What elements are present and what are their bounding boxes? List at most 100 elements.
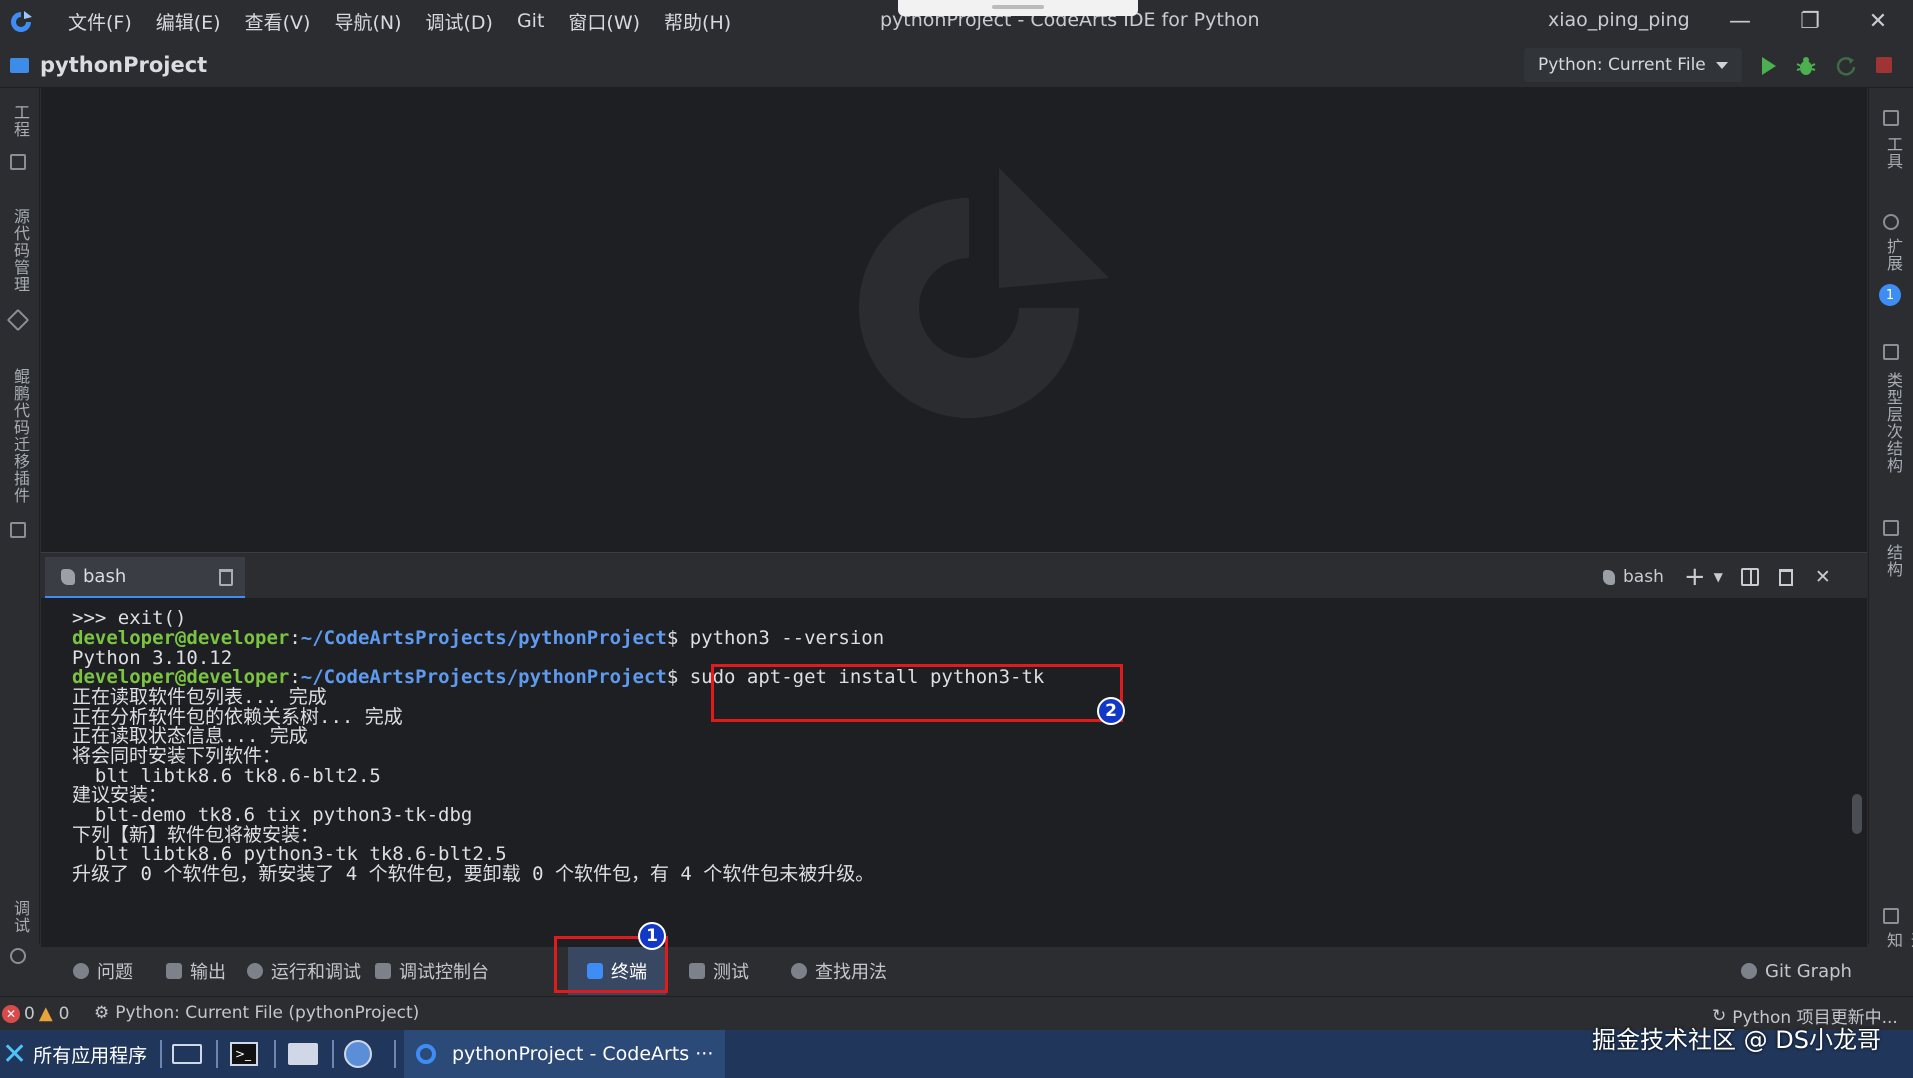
project-name[interactable]: pythonProject	[40, 53, 207, 77]
browser-icon[interactable]	[344, 1030, 372, 1078]
right-activity-bar: 工具 扩展 1 类型层次结构 结构 通知	[1868, 88, 1913, 949]
rail-extensions[interactable]: 扩展	[1881, 238, 1905, 272]
type-hierarchy-icon[interactable]	[1883, 344, 1899, 360]
rail-structure[interactable]: 结构	[1881, 544, 1905, 578]
rail-kunpeng-migration[interactable]: 鲲鹏代码迁移插件	[8, 368, 32, 504]
menu-view[interactable]: 查看(V)	[233, 8, 323, 35]
close-panel-icon[interactable]: ✕	[1815, 566, 1831, 588]
debug-panel-icon[interactable]	[10, 948, 26, 964]
test-icon	[689, 963, 705, 979]
menu-window[interactable]: 窗口(W)	[556, 8, 652, 35]
migration-icon[interactable]	[10, 522, 26, 538]
extensions-icon[interactable]	[1883, 214, 1899, 230]
menu-help[interactable]: 帮助(H)	[652, 8, 743, 35]
keyboard-icon[interactable]	[172, 1030, 202, 1078]
tab-find-usages[interactable]: 查找用法	[779, 947, 899, 995]
warning-icon: ▲	[38, 1003, 53, 1024]
notification-icon[interactable]	[1883, 908, 1899, 924]
restore-icon[interactable]: ❐	[1792, 6, 1828, 36]
terminal-tab-bash[interactable]: bash	[45, 557, 245, 599]
menu-git[interactable]: Git	[505, 10, 556, 32]
terminal-profile-label[interactable]: bash	[1623, 567, 1664, 587]
taskbar-separator	[216, 1040, 218, 1068]
error-icon: ✕	[2, 1004, 20, 1023]
plus-icon[interactable]: +	[1684, 562, 1706, 592]
tab-debug-console[interactable]: 调试控制台	[363, 947, 501, 995]
taskbar-separator	[394, 1040, 396, 1068]
problems-status[interactable]: ✕ 0 ▲ 0	[2, 1003, 70, 1024]
tab-run-debug-label: 运行和调试	[271, 962, 361, 983]
prompt-command: $ python3 --version	[666, 627, 885, 649]
rail-source-control[interactable]: 源代码管理	[8, 208, 32, 293]
terminal-scrollbar[interactable]	[1852, 794, 1862, 834]
source-control-icon[interactable]	[6, 308, 30, 332]
bash-icon	[1603, 569, 1615, 585]
trash-icon[interactable]	[1778, 568, 1793, 586]
editor-area	[41, 88, 1867, 552]
chevron-down-icon[interactable]: ▼	[1714, 570, 1723, 584]
folder-icon	[10, 58, 29, 73]
run-file-label: Python: Current File (pythonProject)	[115, 1003, 420, 1023]
run-config-icon: ⚙	[94, 1003, 110, 1023]
menu-edit[interactable]: 编辑(E)	[144, 8, 233, 35]
annotation-badge-2: 2	[1097, 697, 1125, 725]
start-menu-button[interactable]: ✕ 所有应用程序	[2, 1030, 147, 1078]
menu-file[interactable]: 文件(F)	[56, 8, 144, 35]
codearts-icon	[416, 1044, 436, 1064]
trash-icon[interactable]	[219, 569, 233, 586]
structure-icon[interactable]	[1883, 520, 1899, 536]
prompt-path: ~/CodeArtsProjects/pythonProject	[300, 666, 667, 688]
problems-icon	[73, 963, 89, 979]
terminal-tab-label: bash	[83, 566, 127, 587]
rail-debug[interactable]: 调试	[8, 900, 32, 934]
tab-problems[interactable]: 问题	[61, 947, 145, 995]
extensions-badge: 1	[1879, 284, 1901, 306]
tab-test[interactable]: 测试	[677, 947, 761, 995]
user-name[interactable]: xiao_ping_ping	[1548, 9, 1690, 31]
tab-debug-console-label: 调试控制台	[399, 962, 489, 983]
run-debug-icon	[247, 963, 263, 979]
run-icon[interactable]	[1756, 54, 1780, 78]
error-count: 0	[24, 1003, 35, 1024]
run-config-select[interactable]: Python: Current File	[1524, 48, 1742, 82]
split-terminal-icon[interactable]	[1740, 568, 1759, 586]
project-toolbar: pythonProject Python: Current File	[0, 42, 1913, 88]
bash-icon	[61, 568, 75, 585]
tools-icon[interactable]	[1883, 110, 1899, 126]
rail-notifications[interactable]: 通知	[1881, 932, 1913, 949]
restart-icon[interactable]	[1834, 54, 1858, 78]
panel-tab-bar: 问题 输出 运行和调试 调试控制台 终端 测试 查找用法 Git Graph	[41, 946, 1867, 996]
terminal-tab-bar: bash bash + ▼ ✕	[41, 552, 1867, 599]
tab-find-usages-label: 查找用法	[815, 962, 887, 983]
terminal-actions: bash + ▼ ✕	[1603, 557, 1831, 597]
tab-output[interactable]: 输出	[154, 947, 238, 995]
rail-tools[interactable]: 工具	[1881, 136, 1905, 170]
menu-bar: 文件(F) 编辑(E) 查看(V) 导航(N) 调试(D) Git 窗口(W) …	[56, 0, 743, 42]
minimize-icon[interactable]: —	[1722, 6, 1758, 36]
menu-navigate[interactable]: 导航(N)	[322, 8, 413, 35]
watermark-text: 掘金技术社区 @ DS小龙哥	[1592, 1026, 1881, 1054]
git-icon	[1741, 963, 1757, 979]
rail-type-hierarchy[interactable]: 类型层次结构	[1881, 372, 1905, 474]
taskbar-window-codearts[interactable]: pythonProject - CodeArts ···	[404, 1030, 726, 1078]
git-graph-button[interactable]: Git Graph	[1741, 947, 1852, 995]
project-icon[interactable]	[10, 154, 26, 170]
run-file-status[interactable]: ⚙ Python: Current File (pythonProject)	[94, 1003, 419, 1023]
search-icon	[791, 963, 807, 979]
left-activity-bar: 工程 源代码管理 鲲鹏代码迁移插件 调试	[0, 88, 40, 964]
tab-run-debug[interactable]: 运行和调试	[235, 947, 373, 995]
terminal-output[interactable]: >>> exit() developer@developer:~/CodeArt…	[41, 598, 1867, 946]
taskbar-separator	[274, 1040, 276, 1068]
tab-problems-label: 问题	[97, 962, 133, 983]
debug-icon[interactable]	[1794, 54, 1818, 78]
close-icon[interactable]: ✕	[1860, 6, 1896, 36]
rail-project[interactable]: 工程	[8, 104, 32, 138]
tab-test-label: 测试	[713, 962, 749, 983]
file-manager-icon[interactable]	[288, 1030, 318, 1078]
annotation-box-command	[711, 664, 1123, 722]
menu-debug[interactable]: 调试(D)	[413, 8, 504, 35]
terminal-launcher-icon[interactable]: >_	[230, 1030, 258, 1078]
stop-icon[interactable]	[1876, 57, 1892, 73]
taskbar-window-label: pythonProject - CodeArts ···	[452, 1043, 714, 1065]
taskbar-separator	[332, 1040, 334, 1068]
